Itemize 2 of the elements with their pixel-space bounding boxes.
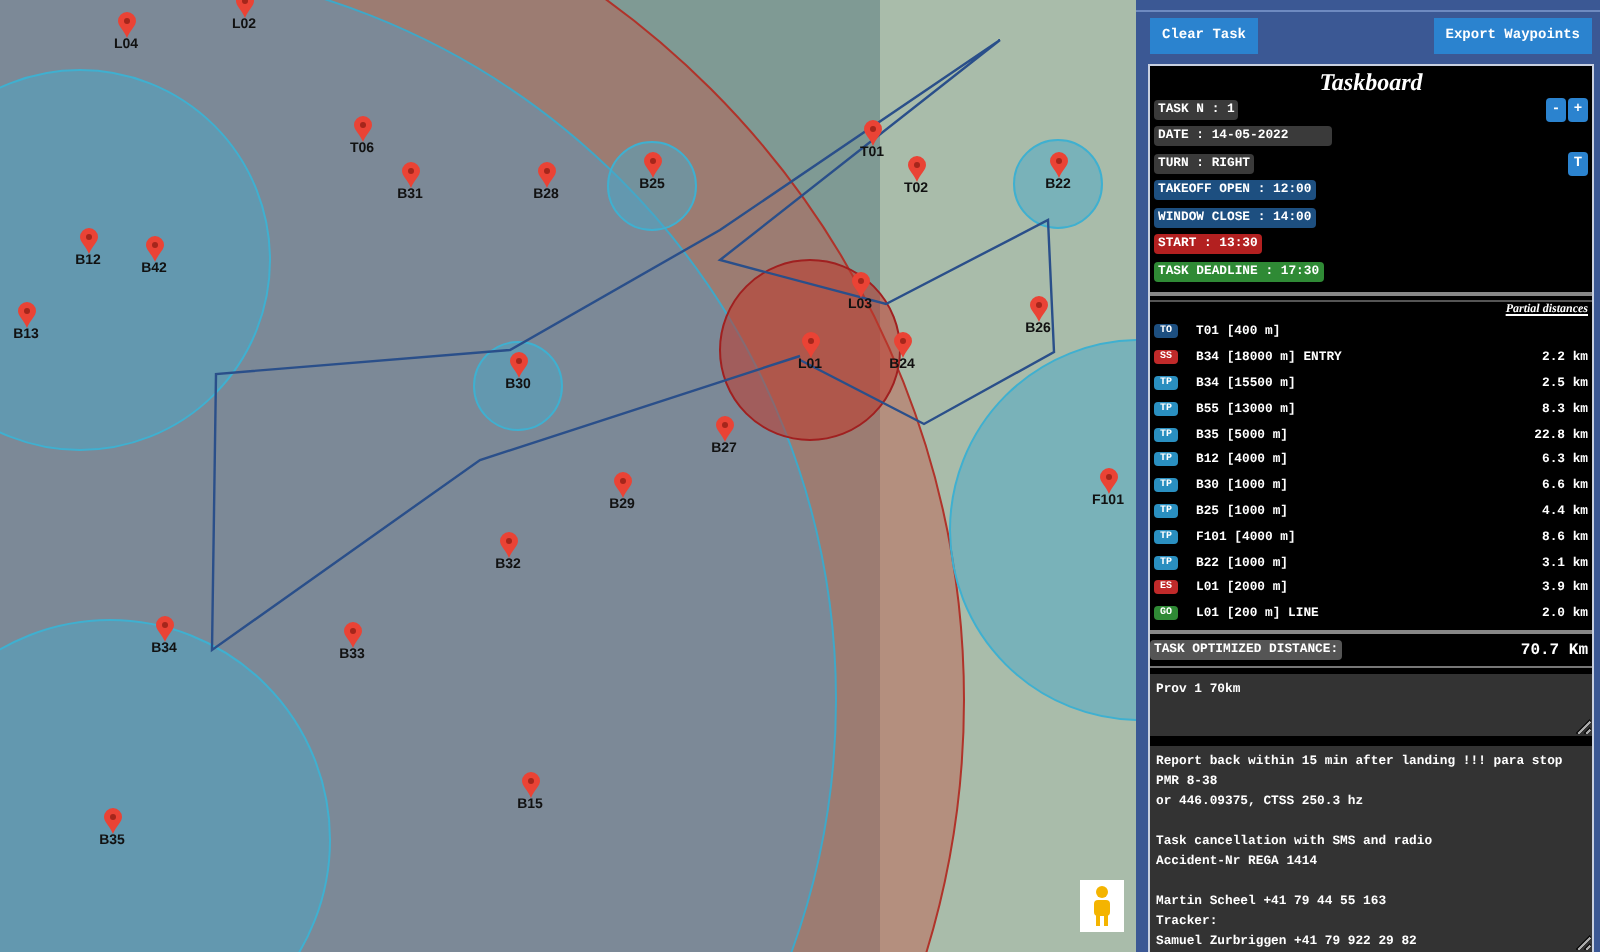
optimized-distance-value: 70.7 Km <box>1520 641 1588 660</box>
taskboard-title: Taskboard <box>1317 66 1425 96</box>
